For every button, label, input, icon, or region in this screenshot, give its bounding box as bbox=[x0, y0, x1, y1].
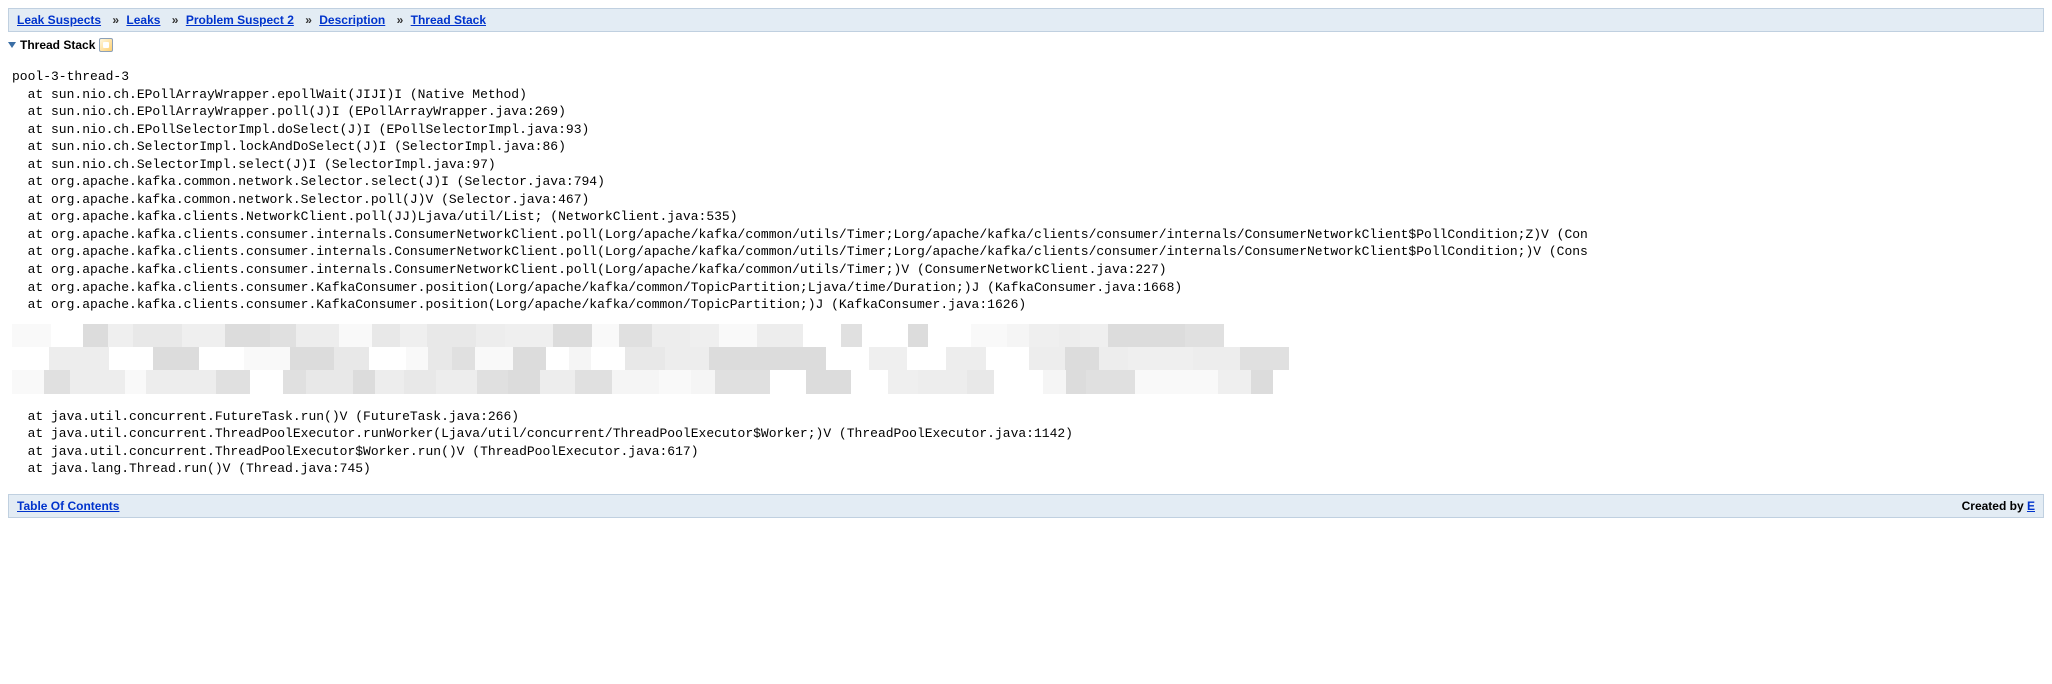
breadcrumb-separator: » bbox=[397, 13, 404, 27]
thread-stack-bottom: at java.util.concurrent.FutureTask.run()… bbox=[0, 400, 2052, 486]
breadcrumb-link-description[interactable]: Description bbox=[319, 13, 385, 27]
breadcrumb-separator: » bbox=[172, 13, 179, 27]
section-icon bbox=[99, 38, 113, 52]
thread-stack-top: pool-3-thread-3 at sun.nio.ch.EPollArray… bbox=[0, 60, 2052, 322]
breadcrumb-separator: » bbox=[305, 13, 312, 27]
created-by-link[interactable]: E bbox=[2027, 499, 2035, 513]
collapse-toggle-icon[interactable] bbox=[8, 42, 16, 48]
table-of-contents-link[interactable]: Table Of Contents bbox=[17, 499, 119, 513]
breadcrumb-link-problem-suspect-2[interactable]: Problem Suspect 2 bbox=[186, 13, 294, 27]
created-by-prefix: Created by bbox=[1962, 499, 2027, 513]
section-header: Thread Stack bbox=[0, 36, 2052, 60]
breadcrumb-link-leaks[interactable]: Leaks bbox=[126, 13, 160, 27]
breadcrumb-link-thread-stack[interactable]: Thread Stack bbox=[411, 13, 486, 27]
breadcrumb-separator: » bbox=[112, 13, 119, 27]
created-by-label: Created by E bbox=[1962, 499, 2035, 513]
footer-bar: Table Of Contents Created by E bbox=[8, 494, 2044, 518]
breadcrumb: Leak Suspects » Leaks » Problem Suspect … bbox=[8, 8, 2044, 32]
section-title: Thread Stack bbox=[20, 38, 95, 52]
breadcrumb-link-leak-suspects[interactable]: Leak Suspects bbox=[17, 13, 101, 27]
redacted-block bbox=[12, 324, 2040, 394]
